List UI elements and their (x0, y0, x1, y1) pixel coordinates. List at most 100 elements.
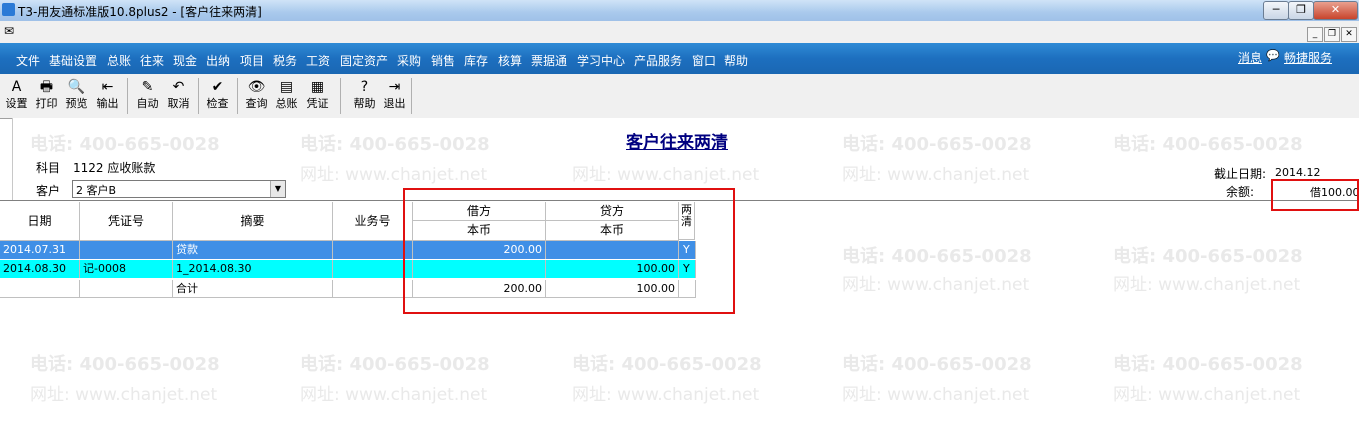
watermark-phone: 电话: 400-665-0028 (572, 354, 762, 375)
watermark-phone: 电话: 400-665-0028 (30, 354, 220, 375)
watermark-phone: 电话: 400-665-0028 (842, 246, 1032, 267)
watermark-phone: 电话: 400-665-0028 (300, 134, 490, 155)
report-title: 客户往来两清 (626, 133, 728, 153)
menu-accounting[interactable]: 核算 (498, 52, 522, 69)
toolbar-separator (127, 78, 128, 114)
minimize-button[interactable]: ─ (1263, 1, 1289, 20)
menu-help[interactable]: 帮助 (724, 52, 748, 69)
menu-product-service[interactable]: 产品服务 (634, 52, 682, 69)
menu-bar: 文件 基础设置 总账 往来 现金 出纳 项目 税务 工资 固定资产 采购 销售 … (0, 43, 1359, 74)
column-header-date[interactable]: 日期 (0, 202, 80, 241)
print-button[interactable]: 🖶 打印 (32, 77, 61, 115)
menu-cashier[interactable]: 出纳 (206, 52, 230, 69)
mdi-restore-button[interactable]: ❐ (1324, 27, 1340, 42)
watermark-phone: 电话: 400-665-0028 (842, 134, 1032, 155)
maximize-button[interactable]: ❐ (1288, 1, 1314, 20)
binoculars-icon: 👁 (247, 79, 266, 95)
undo-icon: ↶ (172, 79, 185, 95)
watermark-site: 网址: www.chanjet.net (1113, 385, 1301, 405)
watermark-site: 网址: www.chanjet.net (1113, 275, 1301, 295)
menu-purchase[interactable]: 采购 (397, 52, 421, 69)
check-icon: ✔ (211, 79, 224, 95)
menu-inventory[interactable]: 库存 (464, 52, 488, 69)
window-title: T3-用友通标准版10.8plus2 - [客户往来两清] (18, 5, 262, 19)
preview-button[interactable]: 🔍 预览 (62, 77, 91, 115)
preview-icon: 🔍 (67, 79, 86, 95)
voucher-icon: ▦ (310, 79, 325, 95)
highlight-box-amounts (403, 188, 735, 314)
cutoff-date-label: 截止日期: (1214, 167, 1267, 181)
watermark-site: 网址: www.chanjet.net (842, 385, 1030, 405)
menu-sales[interactable]: 销售 (431, 52, 455, 69)
watermark-phone: 电话: 400-665-0028 (300, 354, 490, 375)
mdi-close-button[interactable]: ✕ (1341, 27, 1357, 42)
watermark-site: 网址: www.chanjet.net (300, 165, 488, 185)
subject-label: 科目 (36, 161, 61, 175)
toolbar-separator (237, 78, 238, 114)
customer-label: 客户 (36, 184, 61, 198)
highlight-box-balance (1271, 179, 1359, 211)
balance-label: 余额: (1226, 185, 1255, 199)
help-button[interactable]: ? 帮助 (350, 77, 379, 115)
query-button[interactable]: 👁 查询 (242, 77, 271, 115)
check-button[interactable]: ✔ 检查 (203, 77, 232, 115)
export-button[interactable]: ⇤ 输出 (93, 77, 122, 115)
watermark-site: 网址: www.chanjet.net (300, 385, 488, 405)
toolbar-separator (198, 78, 199, 114)
ledger-button[interactable]: ▤ 总账 (272, 77, 301, 115)
exit-icon: ⇥ (388, 79, 401, 95)
app-icon (2, 3, 15, 16)
chat-icon: 💬 (1266, 49, 1280, 62)
messages-link[interactable]: 消息 (1238, 49, 1262, 66)
watermark-phone: 电话: 400-665-0028 (842, 354, 1032, 375)
menu-payroll[interactable]: 工资 (306, 52, 330, 69)
watermark-phone: 电话: 400-665-0028 (1113, 354, 1303, 375)
voucher-button[interactable]: ▦ 凭证 (303, 77, 332, 115)
watermark-site: 网址: www.chanjet.net (842, 165, 1030, 185)
subject-value: 1122 应收账款 (73, 161, 156, 175)
watermark-phone: 电话: 400-665-0028 (1113, 246, 1303, 267)
watermark-phone: 电话: 400-665-0028 (1113, 134, 1303, 155)
printer-icon: 🖶 (39, 79, 54, 95)
toolbar-separator (340, 78, 341, 114)
toolbar-separator (411, 78, 412, 114)
settings-icon: A (11, 79, 22, 95)
cancel-button[interactable]: ↶ 取消 (164, 77, 193, 115)
menu-general-ledger[interactable]: 总账 (107, 52, 131, 69)
watermark-site: 网址: www.chanjet.net (842, 275, 1030, 295)
menu-cash[interactable]: 现金 (173, 52, 197, 69)
export-icon: ⇤ (101, 79, 114, 95)
watermark-site: 网址: www.chanjet.net (572, 385, 760, 405)
menu-file[interactable]: 文件 (16, 52, 40, 69)
settings-button[interactable]: A 设置 (2, 77, 31, 115)
mdi-minimize-button[interactable]: _ (1307, 27, 1323, 42)
help-icon: ? (360, 79, 369, 95)
ledger-icon: ▤ (279, 79, 294, 95)
menu-bill[interactable]: 票据通 (531, 52, 567, 69)
chevron-down-icon[interactable]: ▼ (270, 181, 285, 197)
watermark-site: 网址: www.chanjet.net (572, 165, 760, 185)
menu-project[interactable]: 项目 (240, 52, 264, 69)
menu-fixed-assets[interactable]: 固定资产 (340, 52, 388, 69)
menu-window[interactable]: 窗口 (692, 52, 716, 69)
chanjet-service-link[interactable]: 畅捷服务 (1284, 49, 1332, 66)
close-button[interactable]: ✕ (1313, 1, 1358, 20)
column-header-summary[interactable]: 摘要 (173, 202, 333, 241)
customer-select-value: 2 客户B (76, 184, 117, 197)
menu-basic-settings[interactable]: 基础设置 (49, 52, 97, 69)
auto-button[interactable]: ✎ 自动 (133, 77, 162, 115)
customer-select[interactable]: 2 客户B ▼ (72, 180, 286, 198)
auto-icon: ✎ (141, 79, 154, 95)
menu-receivables[interactable]: 往来 (140, 52, 164, 69)
mdi-control-bar: ✉ _ ❐ ✕ (0, 21, 1359, 44)
window-title-bar: T3-用友通标准版10.8plus2 - [客户往来两清] ─ ❐ ✕ (0, 0, 1359, 21)
column-header-business[interactable]: 业务号 (333, 202, 413, 241)
menu-tax[interactable]: 税务 (273, 52, 297, 69)
menu-learning-center[interactable]: 学习中心 (577, 52, 625, 69)
cutoff-date-value: 2014.12 (1275, 166, 1321, 179)
column-header-voucher[interactable]: 凭证号 (80, 202, 173, 241)
toolbar: A 设置 🖶 打印 🔍 预览 ⇤ 输出 ✎ 自动 ↶ 取消 ✔ 检查 👁 查询 … (0, 74, 1359, 119)
exit-button[interactable]: ⇥ 退出 (380, 77, 409, 115)
watermark-site: 网址: www.chanjet.net (30, 385, 218, 405)
watermark-phone: 电话: 400-665-0028 (30, 134, 220, 155)
